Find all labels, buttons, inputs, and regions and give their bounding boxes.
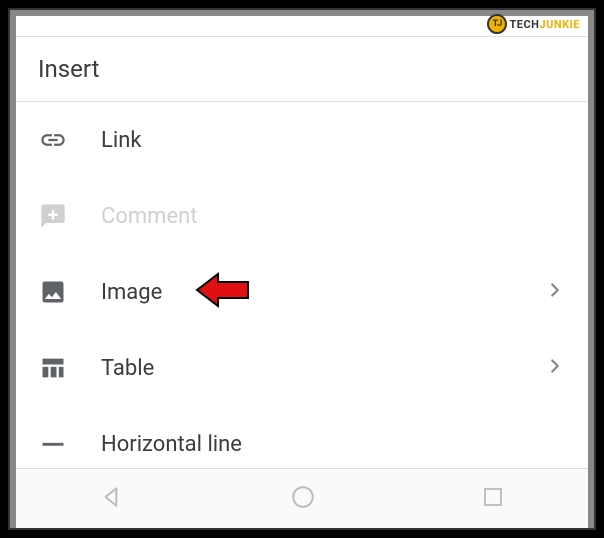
- device-frame: TJ TECHJUNKIE Insert Link: [8, 8, 596, 530]
- nav-home-button[interactable]: [290, 484, 316, 514]
- chevron-right-icon: [544, 279, 566, 305]
- menu-item-label: Link: [101, 128, 566, 153]
- horizontal-line-icon: [38, 429, 68, 459]
- menu-item-image[interactable]: Image: [16, 254, 588, 330]
- comment-icon: [38, 201, 68, 231]
- menu-item-label: Horizontal line: [101, 432, 566, 457]
- menu-item-table[interactable]: Table: [16, 330, 588, 406]
- android-nav-bar: [16, 468, 588, 528]
- watermark-badge: TJ: [487, 14, 507, 34]
- nav-back-button[interactable]: [99, 484, 125, 514]
- panel-title: Insert: [16, 37, 588, 101]
- highlight-arrow-icon: [194, 270, 252, 314]
- menu-item-link[interactable]: Link: [16, 102, 588, 178]
- watermark-text: TECHJUNKIE: [509, 18, 580, 31]
- insert-menu-list: Link Comment Image: [16, 102, 588, 468]
- nav-recent-button[interactable]: [481, 485, 505, 513]
- link-icon: [38, 125, 68, 155]
- chevron-right-icon: [544, 355, 566, 381]
- menu-item-label: Image: [101, 280, 544, 305]
- menu-item-comment: Comment: [16, 178, 588, 254]
- menu-item-label: Comment: [101, 204, 566, 229]
- watermark: TJ TECHJUNKIE: [487, 14, 580, 34]
- menu-item-horizontal-line[interactable]: Horizontal line: [16, 406, 588, 468]
- menu-item-label: Table: [101, 356, 544, 381]
- table-icon: [38, 353, 68, 383]
- image-icon: [38, 277, 68, 307]
- insert-panel: Insert Link Comment: [16, 16, 588, 468]
